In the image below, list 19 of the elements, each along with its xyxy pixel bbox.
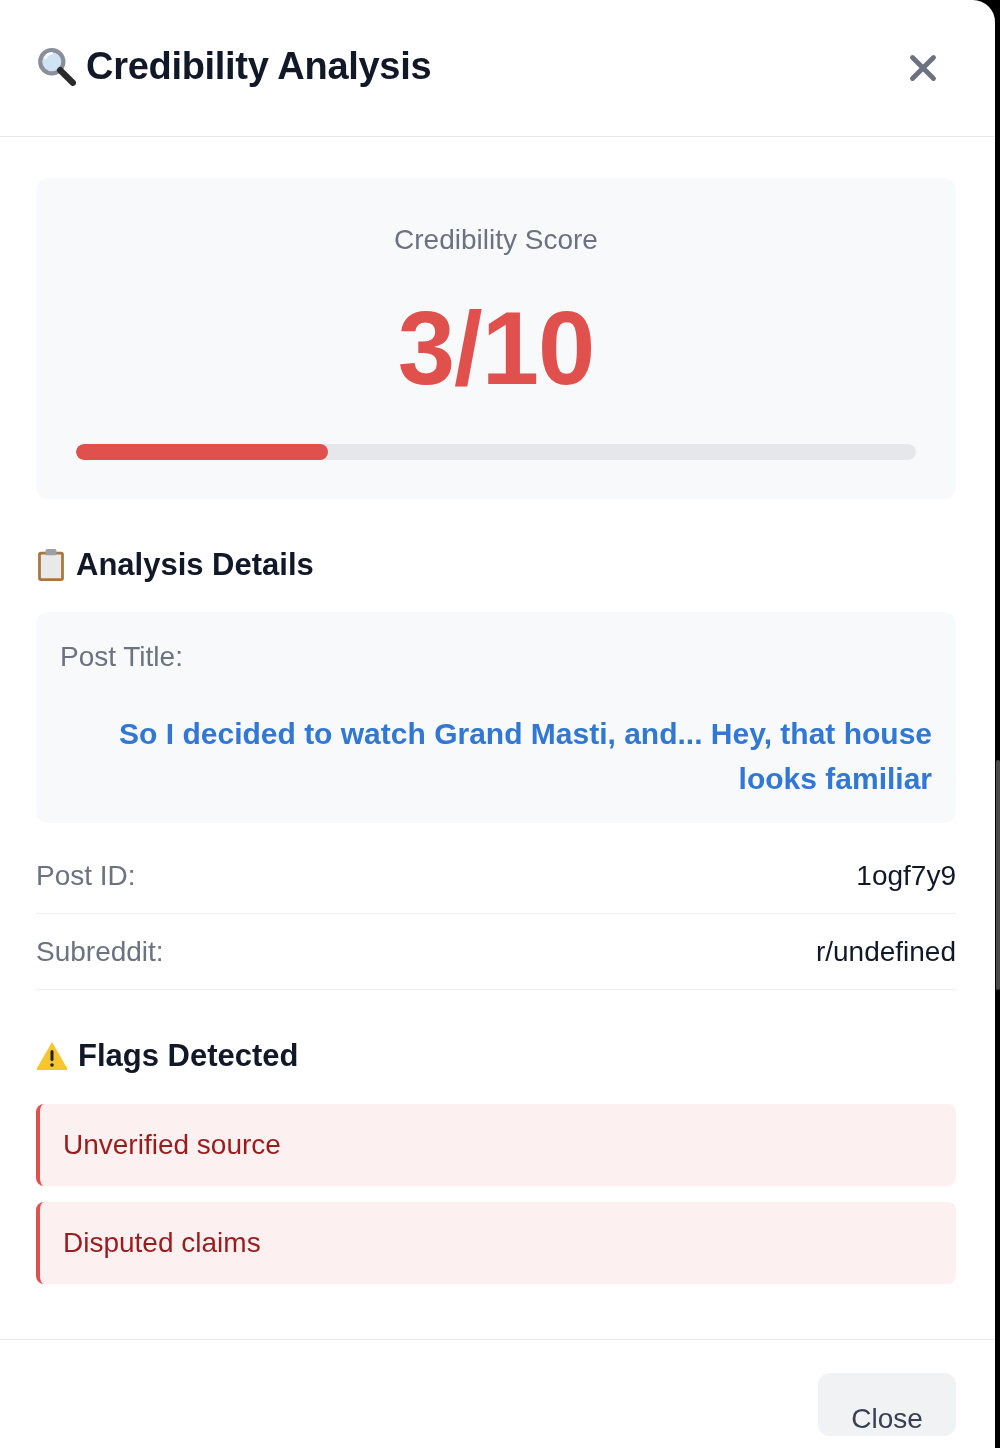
dialog-title: Credibility Analysis (86, 44, 432, 88)
field-value: r/undefined (815, 936, 956, 967)
section-heading: Flags Detected (78, 1038, 299, 1074)
scrollbar-thumb[interactable] (996, 760, 1000, 990)
field-label: Subreddit: (36, 936, 164, 967)
clipboard-icon (36, 548, 66, 582)
magnifier-icon (36, 46, 76, 86)
section-heading: Analysis Details (76, 547, 314, 583)
field-value: 1ogf7y9 (856, 860, 956, 891)
field-label: Post ID: (36, 860, 136, 891)
close-icon[interactable] (909, 54, 937, 82)
field-label: Post Title: (60, 642, 184, 672)
flag-alert: Disputed claims (36, 1202, 956, 1284)
score-label: Credibility Score (394, 225, 598, 255)
post-title-link[interactable]: So I decided to watch Grand Masti, and... Hey, that house looks familiar (80, 711, 932, 801)
flag-alert: Unverified source (36, 1104, 956, 1186)
score-value: 3/10 (397, 294, 595, 404)
close-button[interactable]: Close (818, 1373, 956, 1436)
warning-icon (36, 1041, 68, 1071)
